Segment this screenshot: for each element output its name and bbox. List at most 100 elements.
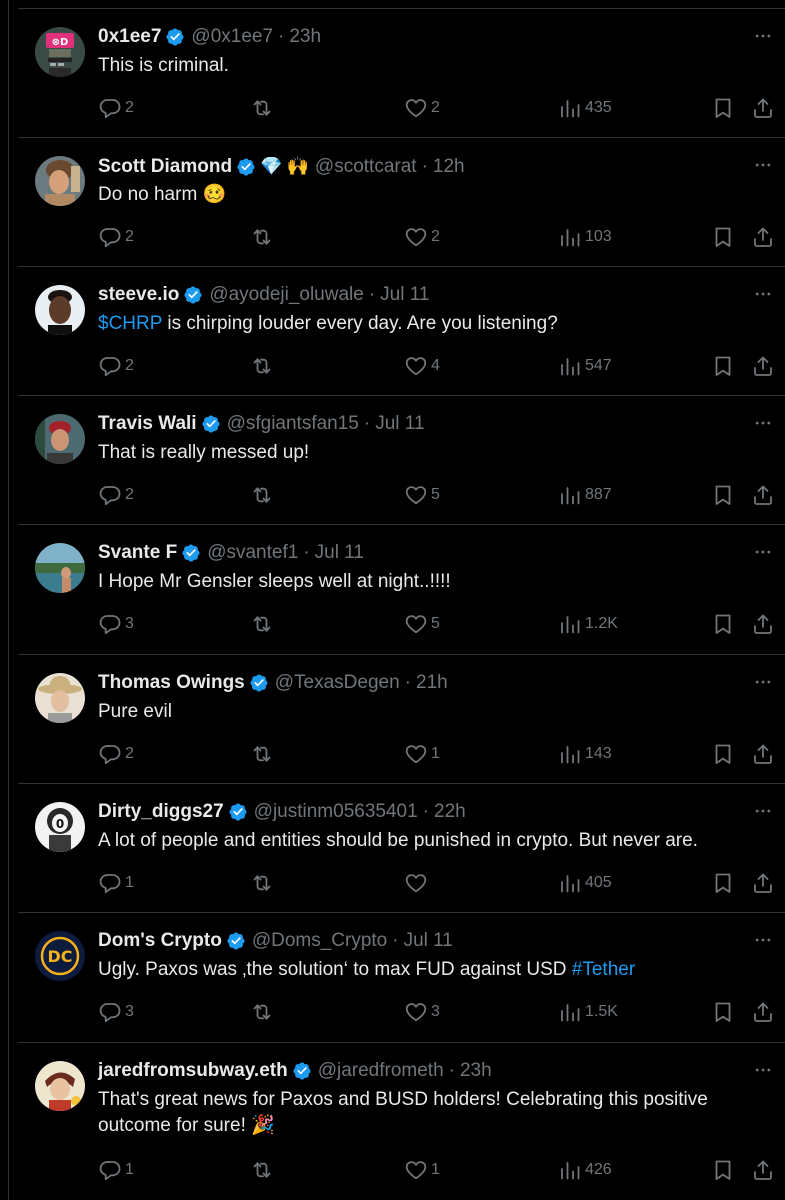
tweet-7[interactable]: DC Dom's Crypto @Doms_Crypto · Jul 11 Ug… <box>18 912 785 1042</box>
retweet-button[interactable] <box>250 225 277 249</box>
user-handle[interactable]: @TexasDegen <box>275 671 400 695</box>
views-button[interactable]: 426 <box>558 1158 612 1182</box>
timestamp[interactable]: Jul 11 <box>404 929 453 953</box>
views-button[interactable]: 1.5K <box>558 1000 618 1024</box>
retweet-button[interactable] <box>250 483 277 507</box>
display-name[interactable]: Travis Wali <box>98 412 197 436</box>
like-button[interactable]: 2 <box>404 96 440 120</box>
like-button[interactable]: 2 <box>404 225 440 249</box>
reply-button[interactable]: 1 <box>98 1158 134 1182</box>
tweet-1[interactable]: Scott Diamond 💎 🙌 @scottcarat · 12h Do no… <box>18 137 785 266</box>
tweet-8[interactable]: jaredfromsubway.eth @jaredfrometh · 23h … <box>18 1042 785 1194</box>
bookmark-button[interactable] <box>711 483 735 507</box>
share-button[interactable] <box>751 483 775 507</box>
tweet-5[interactable]: Thomas Owings @TexasDegen · 21h Pure evi… <box>18 654 785 783</box>
bookmark-button[interactable] <box>711 96 735 120</box>
reply-button[interactable]: 3 <box>98 1000 134 1024</box>
user-handle[interactable]: @jaredfrometh <box>318 1059 444 1083</box>
share-button[interactable] <box>751 96 775 120</box>
views-button[interactable]: 887 <box>558 483 612 507</box>
more-options-icon[interactable] <box>752 25 774 47</box>
more-options-icon[interactable] <box>752 412 774 434</box>
avatar[interactable] <box>35 1061 85 1111</box>
retweet-button[interactable] <box>250 354 277 378</box>
reply-button[interactable]: 3 <box>98 612 134 636</box>
display-name[interactable]: Thomas Owings <box>98 671 245 695</box>
retweet-button[interactable] <box>250 1000 277 1024</box>
user-handle[interactable]: @svantef1 <box>207 541 298 565</box>
display-name[interactable]: jaredfromsubway.eth <box>98 1059 288 1083</box>
display-name[interactable]: Svante F <box>98 541 177 565</box>
user-handle[interactable]: @sfgiantsfan15 <box>227 412 359 436</box>
share-button[interactable] <box>751 1158 775 1182</box>
avatar[interactable]: ⊗D <box>35 27 85 77</box>
avatar[interactable]: DC <box>35 931 85 981</box>
bookmark-button[interactable] <box>711 1158 735 1182</box>
timestamp[interactable]: Jul 11 <box>375 412 424 436</box>
like-button[interactable]: 1 <box>404 1158 440 1182</box>
more-options-icon[interactable] <box>752 671 774 693</box>
bookmark-button[interactable] <box>711 354 735 378</box>
user-handle[interactable]: @0x1ee7 <box>191 25 273 49</box>
tweet-0[interactable]: ⊗D 0x1ee7 @0x1ee7 · 23h This is criminal… <box>18 8 785 137</box>
user-handle[interactable]: @Doms_Crypto <box>252 929 387 953</box>
like-button[interactable]: 1 <box>404 742 440 766</box>
user-handle[interactable]: @ayodeji_oluwale <box>209 283 364 307</box>
tweet-link[interactable]: #Tether <box>572 959 635 980</box>
share-button[interactable] <box>751 871 775 895</box>
share-button[interactable] <box>751 1000 775 1024</box>
bookmark-button[interactable] <box>711 742 735 766</box>
share-button[interactable] <box>751 612 775 636</box>
display-name[interactable]: 0x1ee7 <box>98 25 161 49</box>
retweet-button[interactable] <box>250 871 277 895</box>
like-button[interactable]: 5 <box>404 483 440 507</box>
views-button[interactable]: 103 <box>558 225 612 249</box>
retweet-button[interactable] <box>250 612 277 636</box>
reply-button[interactable]: 2 <box>98 354 134 378</box>
user-handle[interactable]: @scottcarat <box>315 155 417 179</box>
tweet-2[interactable]: steeve.io @ayodeji_oluwale · Jul 11 $CHR… <box>18 266 785 395</box>
reply-button[interactable]: 2 <box>98 483 134 507</box>
more-options-icon[interactable] <box>752 1059 774 1081</box>
share-button[interactable] <box>751 225 775 249</box>
avatar[interactable] <box>35 673 85 723</box>
retweet-button[interactable] <box>250 96 277 120</box>
timestamp[interactable]: Jul 11 <box>380 283 429 307</box>
more-options-icon[interactable] <box>752 929 774 951</box>
bookmark-button[interactable] <box>711 871 735 895</box>
views-button[interactable]: 143 <box>558 742 612 766</box>
timestamp[interactable]: 23h <box>289 25 321 49</box>
timestamp[interactable]: 22h <box>434 800 466 824</box>
reply-button[interactable]: 2 <box>98 96 134 120</box>
avatar[interactable] <box>35 156 85 206</box>
display-name[interactable]: Scott Diamond <box>98 155 232 179</box>
display-name[interactable]: steeve.io <box>98 283 179 307</box>
timestamp[interactable]: 21h <box>416 671 448 695</box>
more-options-icon[interactable] <box>752 154 774 176</box>
display-name[interactable]: Dirty_diggs27 <box>98 800 224 824</box>
avatar[interactable] <box>35 414 85 464</box>
timestamp[interactable]: Jul 11 <box>315 541 364 565</box>
reply-button[interactable]: 1 <box>98 871 134 895</box>
retweet-button[interactable] <box>250 1158 277 1182</box>
like-button[interactable]: 5 <box>404 612 440 636</box>
avatar[interactable]: 0 <box>35 802 85 852</box>
views-button[interactable]: 1.2K <box>558 612 618 636</box>
user-handle[interactable]: @justinm05635401 <box>254 800 418 824</box>
avatar[interactable] <box>35 285 85 335</box>
display-name[interactable]: Dom's Crypto <box>98 929 222 953</box>
reply-button[interactable]: 2 <box>98 225 134 249</box>
bookmark-button[interactable] <box>711 225 735 249</box>
like-button[interactable] <box>404 871 431 895</box>
tweet-link[interactable]: $CHRP <box>98 313 162 334</box>
like-button[interactable]: 3 <box>404 1000 440 1024</box>
share-button[interactable] <box>751 354 775 378</box>
tweet-4[interactable]: Svante F @svantef1 · Jul 11 I Hope Mr Ge… <box>18 524 785 654</box>
bookmark-button[interactable] <box>711 612 735 636</box>
views-button[interactable]: 435 <box>558 96 612 120</box>
views-button[interactable]: 547 <box>558 354 612 378</box>
timestamp[interactable]: 23h <box>460 1059 492 1083</box>
views-button[interactable]: 405 <box>558 871 612 895</box>
tweet-6[interactable]: 0 Dirty_diggs27 @justinm05635401 · 22h A… <box>18 783 785 912</box>
more-options-icon[interactable] <box>752 541 774 563</box>
